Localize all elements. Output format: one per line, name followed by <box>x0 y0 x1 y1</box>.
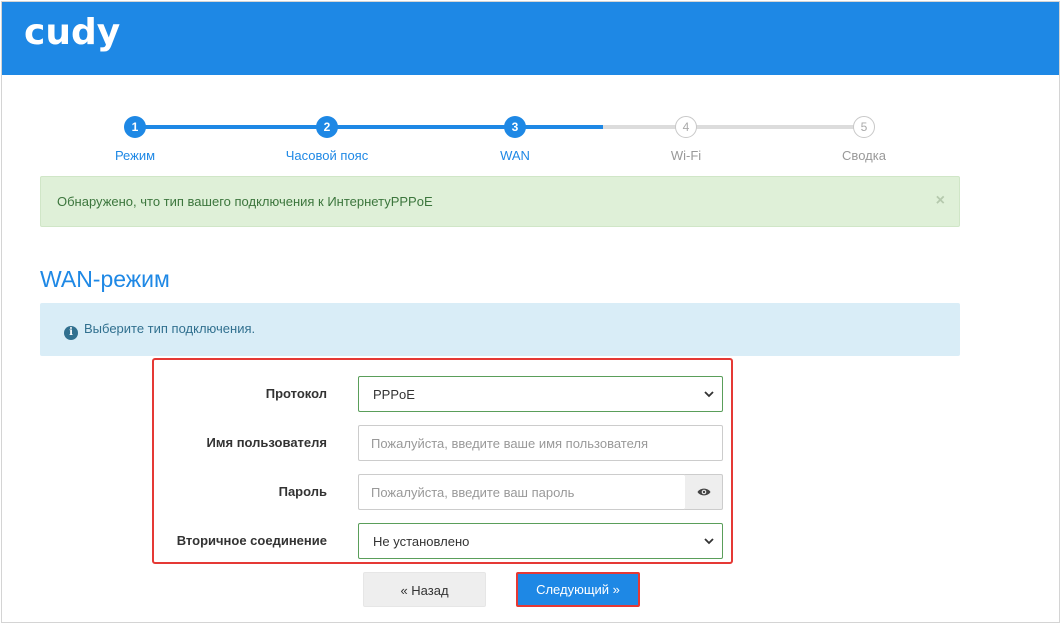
show-password-button[interactable] <box>685 474 723 510</box>
back-button[interactable]: « Назад <box>363 572 486 607</box>
step-label-timezone: Часовой пояс <box>285 148 369 163</box>
close-icon[interactable]: × <box>936 192 945 210</box>
info-icon: i <box>64 326 78 340</box>
step-label-mode: Режим <box>114 148 156 163</box>
secondary-connection-select[interactable]: Не установлено <box>358 523 723 559</box>
password-row: Пароль <box>154 474 731 510</box>
protocol-row: Протокол PPPoE <box>154 376 731 412</box>
protocol-label: Протокол <box>265 386 327 401</box>
secondary-connection-label: Вторичное соединение <box>176 533 327 548</box>
protocol-select-value: PPPoE <box>373 386 415 402</box>
page-title: WAN-режим <box>40 266 170 292</box>
secondary-connection-value: Не установлено <box>373 533 470 549</box>
cudy-logo: cudy <box>24 12 121 53</box>
step-label-wan: WAN <box>500 148 530 163</box>
step-number-5: 5 <box>853 116 875 138</box>
step-wifi: 4 Wi-Fi <box>606 107 766 163</box>
username-label: Имя пользователя <box>206 435 327 450</box>
info-alert-text: Выберите тип подключения. <box>84 321 256 336</box>
step-number-4: 4 <box>675 116 697 138</box>
chevron-down-icon <box>704 538 714 545</box>
app-window: cudy 1 Режим 2 Часовой пояс 3 WAN 4 Wi-F… <box>1 1 1060 623</box>
step-number-3: 3 <box>504 116 526 138</box>
secondary-connection-row: Вторичное соединение Не установлено <box>154 523 731 559</box>
step-wan: 3 WAN <box>435 107 595 163</box>
step-number-2: 2 <box>316 116 338 138</box>
wan-settings-form: Протокол PPPoE Имя пользователя Пароль <box>152 358 733 564</box>
step-label-summary: Сводка <box>842 148 886 163</box>
eye-icon <box>697 488 710 496</box>
step-mode: 1 Режим <box>55 107 215 163</box>
connection-detected-alert: Обнаружено, что тип вашего подключения к… <box>40 176 960 227</box>
setup-stepper: 1 Режим 2 Часовой пояс 3 WAN 4 Wi-Fi 5 С… <box>2 107 1059 177</box>
step-timezone: 2 Часовой пояс <box>247 107 407 163</box>
username-row: Имя пользователя <box>154 425 731 461</box>
username-input[interactable] <box>358 425 723 461</box>
step-label-wifi: Wi-Fi <box>670 148 702 163</box>
password-label: Пароль <box>278 484 327 499</box>
step-number-1: 1 <box>124 116 146 138</box>
header-bar: cudy <box>2 2 1059 75</box>
chevron-down-icon <box>704 391 714 398</box>
step-summary: 5 Сводка <box>784 107 944 163</box>
password-input[interactable] <box>358 474 686 510</box>
next-button[interactable]: Следующий » <box>516 572 640 607</box>
info-alert: i Выберите тип подключения. <box>40 303 960 356</box>
alert-success-text: Обнаружено, что тип вашего подключения к… <box>57 194 433 209</box>
protocol-select[interactable]: PPPoE <box>358 376 723 412</box>
